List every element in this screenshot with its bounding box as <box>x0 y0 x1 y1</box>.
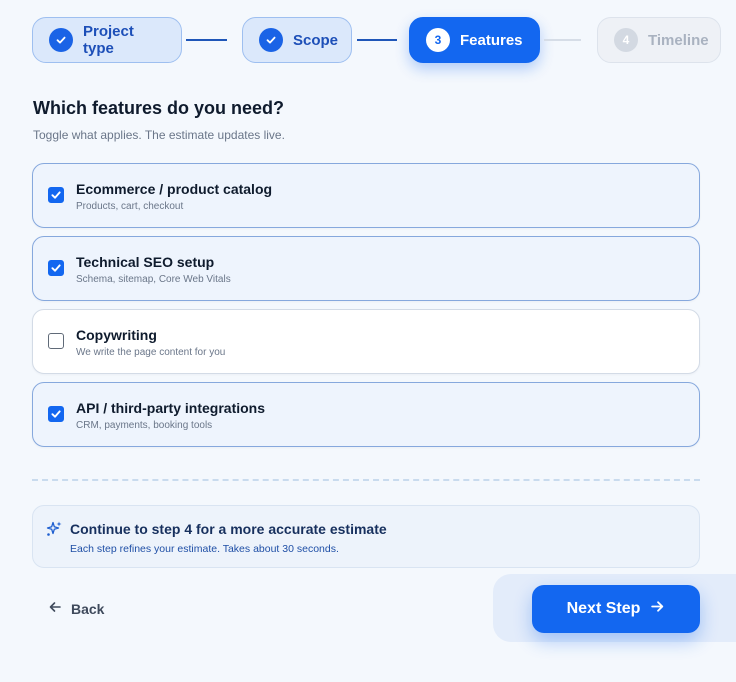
checkbox[interactable] <box>48 333 64 349</box>
feature-options: Ecommerce / product catalog Products, ca… <box>32 163 700 455</box>
hint-title: Continue to step 4 for a more accurate e… <box>70 521 387 537</box>
feature-description: Products, cart, checkout <box>76 201 184 212</box>
next-step-button[interactable]: Next Step <box>532 585 700 633</box>
check-icon <box>259 28 283 52</box>
arrow-right-icon <box>650 599 665 619</box>
feature-description: Schema, sitemap, Core Web Vitals <box>76 274 231 285</box>
step-connector <box>544 39 581 41</box>
step-connector <box>186 39 227 41</box>
back-label: Back <box>71 601 105 617</box>
hint-subtitle: Each step refines your estimate. Takes a… <box>70 543 339 555</box>
step-scope[interactable]: Scope <box>242 17 352 63</box>
step-label: Project type <box>83 23 134 57</box>
step-features[interactable]: 3 Features <box>409 17 540 63</box>
feature-option-copywriting[interactable]: Copywriting We write the page content fo… <box>32 309 700 374</box>
checkbox[interactable] <box>48 260 64 276</box>
next-step-label: Next Step <box>566 600 641 617</box>
step-timeline[interactable]: 4 Timeline <box>597 17 721 63</box>
feature-description: CRM, payments, booking tools <box>76 420 213 431</box>
step-number-badge: 4 <box>614 28 638 52</box>
arrow-left-icon <box>48 600 62 619</box>
step-project-type[interactable]: Project type <box>32 17 182 63</box>
check-icon <box>49 28 73 52</box>
section-divider <box>32 479 700 481</box>
estimate-hint-box: Continue to step 4 for a more accurate e… <box>32 505 700 568</box>
feature-description: We write the page content for you <box>76 347 226 358</box>
feature-option-api[interactable]: API / third-party integrations CRM, paym… <box>32 382 700 447</box>
check-icon <box>51 191 61 199</box>
step-number-badge: 3 <box>426 28 450 52</box>
page-title: Which features do you need? <box>33 98 285 118</box>
check-icon <box>51 264 61 272</box>
page-subtitle: Toggle what applies. The estimate update… <box>33 128 285 142</box>
checkbox[interactable] <box>48 406 64 422</box>
step-label: Scope <box>293 31 339 49</box>
feature-label: Copywriting <box>76 327 157 343</box>
feature-option-ecommerce[interactable]: Ecommerce / product catalog Products, ca… <box>32 163 700 228</box>
back-button[interactable]: Back <box>48 597 104 621</box>
feature-label: Ecommerce / product catalog <box>76 181 273 197</box>
progress-stepper: Project type Scope 3 Features 4 Timeline <box>32 17 736 63</box>
estimate-wizard: Project type Scope 3 Features 4 Timeline… <box>0 0 736 682</box>
sparkles-icon <box>45 520 63 538</box>
feature-label: Technical SEO setup <box>76 254 215 270</box>
check-icon <box>51 410 61 418</box>
step-connector <box>357 39 397 41</box>
step-label: Timeline <box>648 31 709 49</box>
step-label: Features <box>460 31 523 49</box>
feature-label: API / third-party integrations <box>76 400 266 416</box>
feature-option-seo[interactable]: Technical SEO setup Schema, sitemap, Cor… <box>32 236 700 301</box>
checkbox[interactable] <box>48 187 64 203</box>
